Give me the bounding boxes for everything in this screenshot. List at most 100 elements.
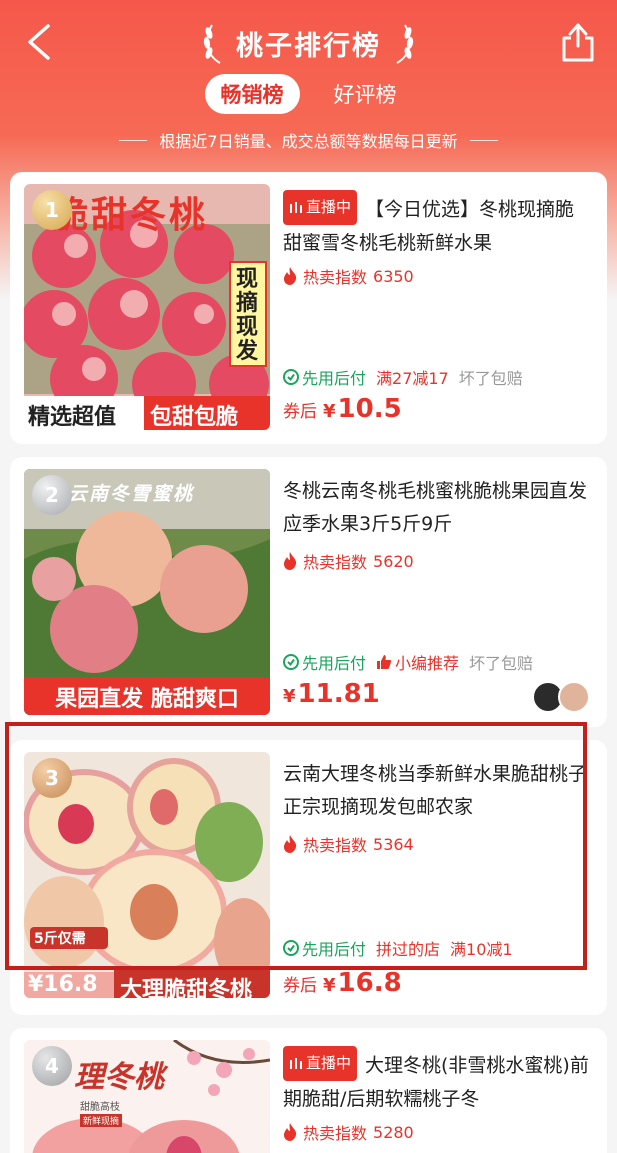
pay-later-label: 先用后付 xyxy=(302,940,367,959)
product-card-4[interactable]: 理冬桃 甜脆高枝 新鲜现摘 4 直播中 大理冬桃(非雪桃水蜜桃)前期脆甜/后期软… xyxy=(10,1028,607,1153)
hot-index-label: 热卖指数 xyxy=(303,836,368,855)
pay-later-icon xyxy=(283,940,299,956)
currency-symbol: ¥ xyxy=(283,686,296,707)
image-headline: 云南冬雪蜜桃 xyxy=(68,483,195,505)
product-price: 券后 ¥ 16.8 xyxy=(283,968,402,998)
promo-tag: 满10减1 xyxy=(450,940,513,959)
product-tags: 先用后付 小编推荐 坏了包赔 xyxy=(283,650,533,674)
product-card-2[interactable]: 云南冬雪蜜桃 果园直发 脆甜爽口 2 冬桃云南冬桃毛桃蜜桃脆桃果园直发应季水果3… xyxy=(10,457,607,727)
product-image[interactable]: 理冬桃 甜脆高枝 新鲜现摘 4 xyxy=(24,1040,270,1153)
product-tags: 先用后付 拼过的店 满10减1 xyxy=(283,936,513,960)
live-bars-icon xyxy=(290,1057,302,1069)
editor-pick-label: 小编推荐 xyxy=(395,654,460,673)
price-value: 16.8 xyxy=(337,968,402,998)
live-badge-label: 直播中 xyxy=(306,1054,352,1072)
hot-index-label: 热卖指数 xyxy=(303,553,368,572)
product-tags: 先用后付 满27减17 坏了包赔 xyxy=(283,365,523,389)
price-value: 10.5 xyxy=(337,394,402,424)
hot-index-value: 5620 xyxy=(373,551,414,571)
price-prefix: 券后 xyxy=(283,402,317,422)
live-badge: 直播中 xyxy=(283,190,358,225)
image-bottom-left-text: 精选超值 xyxy=(28,405,117,430)
flame-icon xyxy=(284,1123,297,1141)
avatar xyxy=(558,681,590,713)
pay-later-tag: 先用后付 xyxy=(283,650,366,674)
laurel-right-icon xyxy=(396,24,414,64)
image-headline: 脆甜冬桃 xyxy=(52,195,209,236)
currency-symbol: ¥ xyxy=(323,401,336,422)
product-image[interactable]: 脆甜冬桃 现摘现发 精选超值 包甜包脆 1 xyxy=(24,184,270,430)
thumbs-up-icon xyxy=(377,655,392,669)
image-small-text: 甜脆高枝 xyxy=(80,1102,120,1113)
product-image[interactable]: 5斤仅需 ¥16.8 大理脆甜冬桃 3 xyxy=(24,752,270,998)
hot-index-value: 5364 xyxy=(373,834,414,854)
product-title[interactable]: 直播中 大理冬桃(非雪桃水蜜桃)前期脆甜/后期软糯桃子冬 xyxy=(283,1046,593,1112)
image-bottom-text: 果园直发 脆甜爽口 xyxy=(55,687,239,712)
product-title-text: 云南大理冬桃当季新鲜水果脆甜桃子正宗现摘现发包邮农家 xyxy=(283,763,588,818)
flame-icon xyxy=(284,267,297,285)
image-small-badge: 新鲜现摘 xyxy=(80,1114,123,1127)
editor-pick-tag: 小编推荐 xyxy=(376,650,459,674)
live-badge-label: 直播中 xyxy=(306,198,352,216)
product-price: 券后 ¥ 10.5 xyxy=(283,394,402,424)
product-info: 直播中 【今日优选】冬桃现摘脆甜蜜雪冬桃毛桃新鲜水果 热卖指数 6350 xyxy=(283,190,593,288)
promo-tag: 满27减17 xyxy=(376,369,449,388)
hot-index-label: 热卖指数 xyxy=(303,268,368,287)
product-info: 冬桃云南冬桃毛桃蜜桃脆桃果园直发应季水果3斤5斤9斤 热卖指数 5620 xyxy=(283,475,593,573)
hot-index-value: 5280 xyxy=(373,1122,414,1142)
image-side-text: 现摘现发 xyxy=(236,267,259,364)
pay-later-icon xyxy=(283,654,299,670)
rank-badge: 2 xyxy=(32,475,72,515)
divider xyxy=(469,139,498,141)
rank-badge: 3 xyxy=(32,758,72,798)
live-bars-icon xyxy=(290,201,302,213)
ranking-subtitle: 根据近7日销量、成交总额等数据每日更新 xyxy=(159,132,458,151)
image-headline: 理冬桃 xyxy=(74,1060,164,1095)
image-bottom-right-text: 包甜包脆 xyxy=(150,405,239,430)
image-badge-text: 5斤仅需 xyxy=(34,931,86,947)
image-price-text: ¥16.8 xyxy=(28,972,98,997)
hot-index: 热卖指数 5364 xyxy=(283,832,593,856)
product-title[interactable]: 云南大理冬桃当季新鲜水果脆甜桃子正宗现摘现发包邮农家 xyxy=(283,758,593,824)
divider xyxy=(119,139,148,141)
laurel-left-icon xyxy=(203,24,221,64)
pay-later-tag: 先用后付 xyxy=(283,365,366,389)
ranking-tabs: 畅销榜 好评榜 xyxy=(0,74,617,114)
product-info: 直播中 大理冬桃(非雪桃水蜜桃)前期脆甜/后期软糯桃子冬 热卖指数 5280 xyxy=(283,1046,593,1144)
page-title-group: 桃子排行榜 xyxy=(0,18,617,68)
page-title: 桃子排行榜 xyxy=(236,30,381,62)
product-card-3[interactable]: 5斤仅需 ¥16.8 大理脆甜冬桃 3 云南大理冬桃当季新鲜水果脆甜桃子正宗现摘… xyxy=(10,740,607,1015)
product-price: ¥ 11.81 xyxy=(283,679,380,709)
hot-index-label: 热卖指数 xyxy=(303,1124,368,1143)
flame-icon xyxy=(284,552,297,570)
price-value: 11.81 xyxy=(297,679,380,709)
flame-icon xyxy=(284,835,297,853)
rank-badge: 4 xyxy=(32,1046,72,1086)
image-bottom-text: 大理脆甜冬桃 xyxy=(120,978,253,998)
share-icon[interactable] xyxy=(558,20,598,64)
guarantee-tag: 坏了包赔 xyxy=(458,369,523,388)
product-title[interactable]: 直播中 【今日优选】冬桃现摘脆甜蜜雪冬桃毛桃新鲜水果 xyxy=(283,190,593,256)
price-prefix: 券后 xyxy=(283,976,317,996)
tab-bestseller[interactable]: 畅销榜 xyxy=(204,74,300,114)
hot-index: 热卖指数 5280 xyxy=(283,1120,593,1144)
tab-top-rated[interactable]: 好评榜 xyxy=(318,74,413,114)
product-card-1[interactable]: 脆甜冬桃 现摘现发 精选超值 包甜包脆 1 直播中 【今日优选】冬桃现摘脆甜蜜雪… xyxy=(10,172,607,444)
ranking-subtitle-row: 根据近7日销量、成交总额等数据每日更新 xyxy=(0,128,617,152)
buyer-avatars xyxy=(532,681,590,713)
visited-store-tag: 拼过的店 xyxy=(376,940,441,959)
guarantee-tag: 坏了包赔 xyxy=(469,654,534,673)
product-info: 云南大理冬桃当季新鲜水果脆甜桃子正宗现摘现发包邮农家 热卖指数 5364 xyxy=(283,758,593,856)
product-title[interactable]: 冬桃云南冬桃毛桃蜜桃脆桃果园直发应季水果3斤5斤9斤 xyxy=(283,475,593,541)
product-image[interactable]: 云南冬雪蜜桃 果园直发 脆甜爽口 2 xyxy=(24,469,270,715)
pay-later-label: 先用后付 xyxy=(302,654,367,673)
live-badge: 直播中 xyxy=(283,1046,358,1081)
hot-index: 热卖指数 6350 xyxy=(283,264,593,288)
currency-symbol: ¥ xyxy=(323,975,336,996)
pay-later-icon xyxy=(283,369,299,385)
hot-index-value: 6350 xyxy=(373,266,414,286)
hot-index: 热卖指数 5620 xyxy=(283,549,593,573)
pay-later-tag: 先用后付 xyxy=(283,936,366,960)
rank-badge: 1 xyxy=(32,190,72,230)
product-title-text: 冬桃云南冬桃毛桃蜜桃脆桃果园直发应季水果3斤5斤9斤 xyxy=(283,480,588,535)
